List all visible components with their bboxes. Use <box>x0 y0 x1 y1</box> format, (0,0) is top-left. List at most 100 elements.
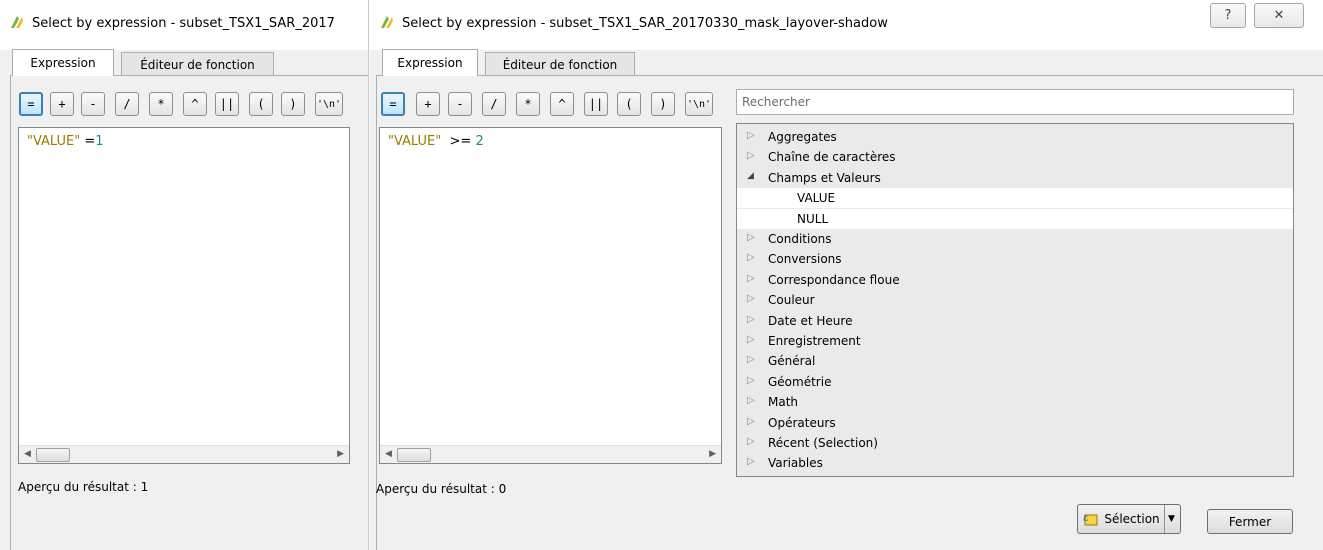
qgis-icon <box>11 16 23 28</box>
op-divide-button[interactable]: / <box>482 92 506 116</box>
op-minus-button[interactable]: - <box>81 92 105 116</box>
tree-item-label: Champs et Valeurs <box>768 170 881 185</box>
expression-operator: = <box>80 134 96 149</box>
op-power-button[interactable]: ^ <box>550 92 574 116</box>
result-preview: Aperçu du résultat : 1 <box>18 480 148 494</box>
tree-item-label: Date et Heure <box>768 313 853 328</box>
op-concat-button[interactable]: || <box>584 92 608 116</box>
tree-group-item[interactable]: ▷ Couleur <box>737 290 1293 310</box>
horizontal-scrollbar[interactable]: ◀ ▶ <box>19 445 349 463</box>
collapsed-arrow-icon[interactable]: ▷ <box>747 273 755 284</box>
close-window-button[interactable]: ✕ <box>1254 3 1304 28</box>
collapsed-arrow-icon[interactable]: ▷ <box>747 375 755 386</box>
op-open-paren-button[interactable]: ( <box>249 92 273 116</box>
expression-editor[interactable]: "VALUE" =1 ◀ ▶ <box>18 127 350 464</box>
selection-dropdown-icon[interactable]: ▼ <box>1163 505 1180 533</box>
tree-item-label: Correspondance floue <box>768 272 900 287</box>
collapsed-arrow-icon[interactable]: ▷ <box>747 354 755 365</box>
op-minus-button[interactable]: - <box>448 92 472 116</box>
collapsed-arrow-icon[interactable]: ▷ <box>747 150 755 161</box>
tree-group-item[interactable]: ▷ Opérateurs <box>737 413 1293 433</box>
tree-group-item[interactable]: ▷ Correspondance floue <box>737 270 1293 290</box>
op-concat-button[interactable]: || <box>215 92 239 116</box>
tree-group-item[interactable]: ▷ Conversions <box>737 249 1293 269</box>
help-button[interactable]: ? <box>1210 3 1246 28</box>
expression-value: 2 <box>475 134 484 149</box>
preview-label: Aperçu du résultat : <box>18 480 137 494</box>
scroll-left-icon[interactable]: ◀ <box>24 449 31 459</box>
scroll-thumb[interactable] <box>397 448 431 462</box>
op-equals-button[interactable]: = <box>381 92 405 116</box>
expression-text[interactable]: "VALUE" >= 2 <box>388 134 484 149</box>
svg-text:ε: ε <box>1083 513 1088 524</box>
tree-group-item[interactable]: ▷ Général <box>737 351 1293 371</box>
scroll-right-icon[interactable]: ▶ <box>337 449 344 459</box>
op-divide-button[interactable]: / <box>115 92 139 116</box>
op-multiply-button[interactable]: * <box>149 92 173 116</box>
search-placeholder: Rechercher <box>742 95 810 109</box>
tree-item-label: Variables <box>768 456 823 471</box>
tree-group-item[interactable]: ▷ Date et Heure <box>737 311 1293 331</box>
op-power-button[interactable]: ^ <box>183 92 207 116</box>
selection-button[interactable]: ε Sélection <box>1078 505 1165 533</box>
close-dialog-button[interactable]: Fermer <box>1207 509 1293 534</box>
expanded-arrow-icon[interactable]: ◢ <box>747 171 754 181</box>
tree-group-item[interactable]: ▷ Récent (Selection) <box>737 433 1293 453</box>
tree-item-label: Général <box>768 354 816 369</box>
window-title: Select by expression - subset_TSX1_SAR_2… <box>32 16 335 31</box>
scroll-left-icon[interactable]: ◀ <box>385 449 392 459</box>
tree-field-item[interactable]: VALUE <box>737 188 1293 209</box>
tree-field-item[interactable]: NULL <box>737 208 1293 229</box>
tree-item-label: Enregistrement <box>768 334 861 348</box>
tree-group-item[interactable]: ▷ Math <box>737 392 1293 412</box>
tree-item-label: Conditions <box>768 232 832 246</box>
collapsed-arrow-icon[interactable]: ▷ <box>747 395 755 406</box>
tree-group-item[interactable]: ▷ Variables <box>737 453 1293 473</box>
expression-operator: >= <box>441 134 476 149</box>
collapsed-arrow-icon[interactable]: ▷ <box>747 314 755 325</box>
collapsed-arrow-icon[interactable]: ▷ <box>747 416 755 427</box>
result-preview: Aperçu du résultat : 0 <box>376 482 506 496</box>
collapsed-arrow-icon[interactable]: ▷ <box>747 232 755 243</box>
op-close-paren-button[interactable]: ) <box>281 92 305 116</box>
op-plus-button[interactable]: + <box>416 92 440 116</box>
collapsed-arrow-icon[interactable]: ▷ <box>747 293 755 304</box>
collapsed-arrow-icon[interactable]: ▷ <box>747 130 755 141</box>
expression-editor[interactable]: "VALUE" >= 2 ◀ ▶ <box>379 127 722 464</box>
function-tree[interactable]: ▷ Aggregates ▷ Chaîne de caractères ◢ Champs … <box>736 123 1294 477</box>
op-multiply-button[interactable]: * <box>516 92 540 116</box>
op-open-paren-button[interactable]: ( <box>617 92 641 116</box>
function-search-input[interactable]: Rechercher <box>736 89 1294 115</box>
scroll-right-icon[interactable]: ▶ <box>709 449 716 459</box>
tree-item-label: VALUE <box>797 191 836 206</box>
horizontal-scrollbar[interactable]: ◀ ▶ <box>380 445 721 463</box>
op-close-paren-button[interactable]: ) <box>651 92 675 116</box>
tree-group-item[interactable]: ▷ Géométrie <box>737 372 1293 392</box>
expression-value: 1 <box>95 134 104 149</box>
tree-group-item[interactable]: ◢ Champs et Valeurs <box>737 168 1293 188</box>
expression-field: "VALUE" <box>27 134 81 149</box>
tree-item-label: Math <box>768 395 799 410</box>
tree-group-item[interactable]: ▷ Aggregates <box>737 127 1293 147</box>
tree-group-item[interactable]: ▷ Enregistrement <box>737 331 1293 351</box>
collapsed-arrow-icon[interactable]: ▷ <box>747 252 755 263</box>
tree-group-item[interactable]: ▷ Conditions <box>737 229 1293 249</box>
expression-dialog-left: Select by expression - subset_TSX1_SAR_2… <box>0 0 369 550</box>
tab-expression[interactable]: Expression <box>12 49 114 76</box>
scroll-thumb[interactable] <box>36 448 70 462</box>
op-newline-button[interactable]: '\n' <box>315 92 343 116</box>
tab-function-editor[interactable]: Éditeur de fonction <box>121 52 274 76</box>
op-newline-button[interactable]: '\n' <box>685 92 713 116</box>
op-plus-button[interactable]: + <box>50 92 74 116</box>
collapsed-arrow-icon[interactable]: ▷ <box>747 436 755 447</box>
tree-item-label: Aggregates <box>768 130 837 144</box>
collapsed-arrow-icon[interactable]: ▷ <box>747 456 755 467</box>
collapsed-arrow-icon[interactable]: ▷ <box>747 334 755 345</box>
tree-item-label: Conversions <box>768 252 842 267</box>
selection-button-label: Sélection <box>1104 512 1160 526</box>
tree-group-item[interactable]: ▷ Chaîne de caractères <box>737 147 1293 167</box>
tab-expression[interactable]: Expression <box>382 49 478 76</box>
op-equals-button[interactable]: = <box>19 92 43 116</box>
expression-text[interactable]: "VALUE" =1 <box>27 134 104 149</box>
tab-function-editor[interactable]: Éditeur de fonction <box>485 52 635 76</box>
